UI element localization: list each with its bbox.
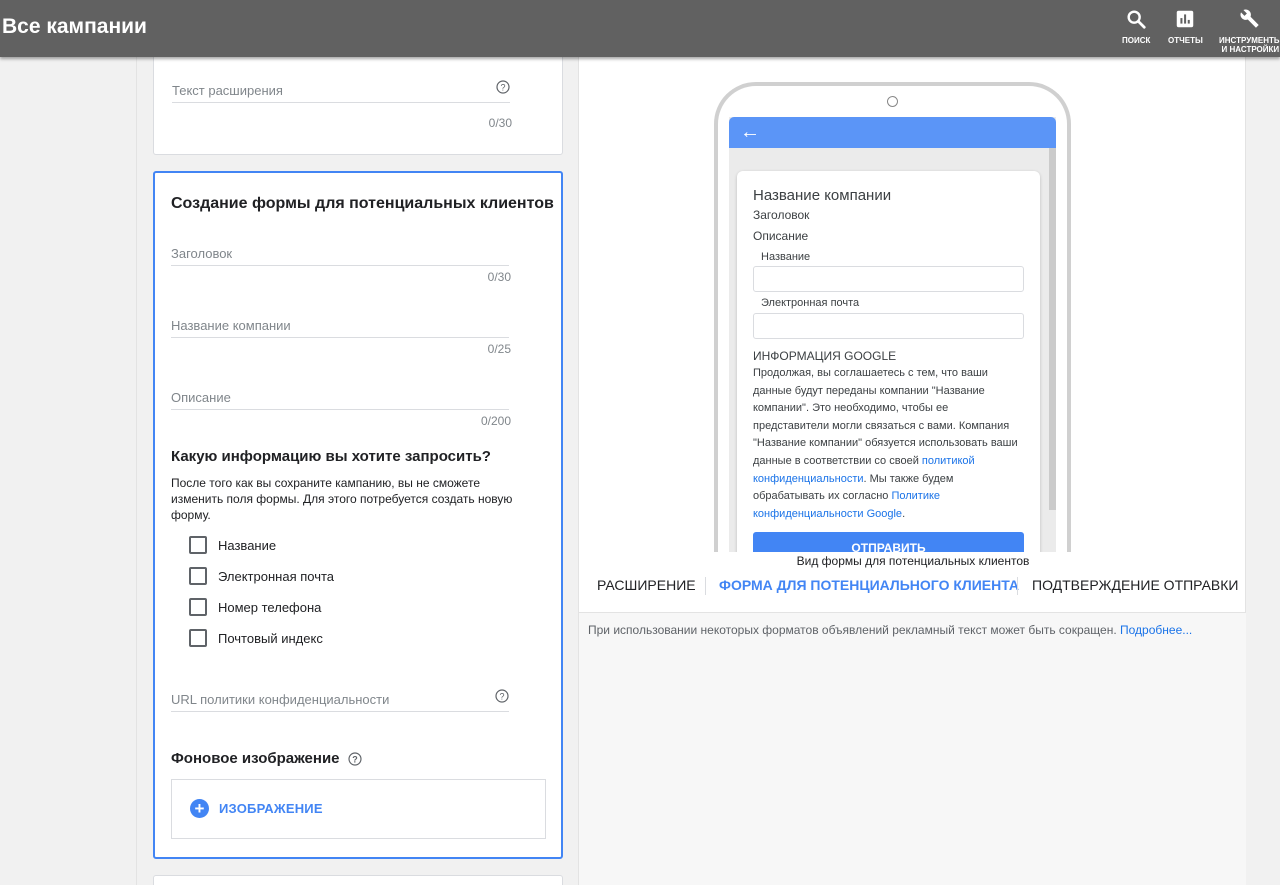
phone-mockup: ← Название компании Заголовок Описание Н… (714, 82, 1071, 552)
preview-app-bar: ← (729, 117, 1056, 148)
help-icon[interactable]: ? (495, 689, 509, 703)
tab-lead-form[interactable]: ФОРМА ДЛЯ ПОТЕНЦИАЛЬНОГО КЛИЕНТА (719, 577, 1019, 595)
bg-image-title: Фоновое изображение (171, 750, 340, 767)
preview-text-part: . (902, 507, 906, 520)
back-arrow-icon: ← (740, 121, 760, 143)
learn-more-link[interactable]: Подробнее... (1120, 623, 1192, 637)
extension-text-card: Текст расширения ? 0/30 (153, 53, 563, 155)
help-icon[interactable]: ? (496, 80, 510, 94)
option-label: Почтовый индекс (218, 630, 323, 646)
tab-extension[interactable]: РАСШИРЕНИЕ (597, 577, 696, 595)
svg-text:?: ? (499, 691, 504, 701)
search-label: ПОИСК (1122, 36, 1151, 45)
privacy-url-field[interactable]: URL политики конфиденциальности ? (171, 689, 509, 712)
reports-icon (1177, 10, 1194, 28)
tab-divider (1017, 577, 1018, 595)
option-email-checkbox[interactable]: Электронная почта (189, 567, 334, 585)
option-name-checkbox[interactable]: Название (189, 536, 276, 554)
preview-footer-area (579, 613, 1247, 885)
privacy-url-placeholder: URL политики конфиденциальности (171, 692, 390, 707)
preview-panel: ← Название компании Заголовок Описание Н… (578, 57, 1247, 885)
phone-screen: ← Название компании Заголовок Описание Н… (729, 117, 1056, 552)
preview-email-label: Электронная почта (761, 297, 860, 309)
option-phone-checkbox[interactable]: Номер телефона (189, 598, 321, 616)
option-postcode-checkbox[interactable]: Почтовый индекс (189, 629, 323, 647)
headline-field[interactable]: Заголовок (171, 244, 509, 266)
preview-email-input (753, 313, 1024, 339)
page-title: Все кампании (2, 15, 147, 38)
preview-scrollbar[interactable] (1049, 148, 1056, 510)
tools-button[interactable]: ИНСТРУМЕНТЫ И НАСТРОЙКИ (1219, 8, 1280, 54)
checkbox[interactable] (189, 536, 207, 554)
camera-icon (887, 96, 898, 107)
headline-counter: 0/30 (487, 270, 511, 284)
page-margin (1246, 57, 1280, 885)
preview-form-sheet: Название компании Заголовок Описание Наз… (737, 171, 1040, 552)
company-name-placeholder: Название компании (171, 318, 291, 333)
option-label: Название (218, 537, 277, 553)
preview-description: Описание (753, 229, 809, 243)
reports-label: ОТЧЕТЫ (1168, 36, 1203, 45)
lead-form-card: Создание формы для потенциальных клиенто… (153, 171, 563, 859)
company-name-counter: 0/25 (487, 342, 511, 356)
svg-text:?: ? (500, 82, 505, 92)
search-icon (1127, 10, 1146, 29)
help-icon[interactable]: ? (347, 751, 362, 766)
option-label: Номер телефона (218, 599, 322, 615)
editor-column: Текст расширения ? 0/30 Создание формы д… (136, 53, 578, 885)
bg-image-heading: Фоновое изображение ? (171, 750, 362, 767)
preview-text-part: Продолжая, вы соглашаетесь с тем, что ва… (753, 367, 1018, 467)
add-image-button[interactable]: + ИЗОБРАЖЕНИЕ (190, 799, 323, 818)
description-counter: 0/200 (480, 414, 511, 428)
preview-caption: Вид формы для потенциальных клиентов (796, 554, 1030, 568)
extension-text-placeholder: Текст расширения (172, 83, 283, 98)
company-name-field[interactable]: Название компании (171, 316, 509, 338)
image-upload-box: + ИЗОБРАЖЕНИЕ (171, 779, 546, 839)
lead-form-title: Создание формы для потенциальных клиенто… (171, 195, 554, 212)
preview-company-name: Название компании (753, 187, 892, 204)
next-card (153, 875, 563, 885)
top-app-bar: Все кампании ПОИСК ОТЧЕТЫ ИНСТРУМЕНТЫ И … (0, 0, 1280, 57)
disclaimer-text: При использовании некоторых форматов объ… (588, 623, 1192, 637)
option-label: Электронная почта (218, 568, 335, 584)
preview-name-input (753, 266, 1024, 292)
preview-headline: Заголовок (753, 208, 810, 222)
description-field[interactable]: Описание (171, 388, 509, 410)
search-button[interactable]: ПОИСК (1122, 8, 1150, 45)
headline-placeholder: Заголовок (171, 246, 233, 261)
question-title: Какую информацию вы хотите запросить? (171, 448, 491, 465)
svg-text:?: ? (352, 754, 358, 764)
preview-google-info-title: ИНФОРМАЦИЯ GOOGLE (753, 349, 897, 363)
plus-icon: + (190, 799, 209, 818)
preview-tabs: РАСШИРЕНИЕ ФОРМА ДЛЯ ПОТЕНЦИАЛЬНОГО КЛИЕ… (579, 577, 1247, 613)
tools-label: ИНСТРУМЕНТЫ И НАСТРОЙКИ (1219, 36, 1280, 54)
extension-text-counter: 0/30 (488, 116, 512, 130)
reports-button[interactable]: ОТЧЕТЫ (1168, 8, 1203, 45)
wrench-icon (1240, 9, 1260, 28)
question-note: После того как вы сохраните кампанию, вы… (171, 476, 513, 522)
extension-text-field[interactable]: Текст расширения ? (172, 80, 510, 103)
disclaimer-body: При использовании некоторых форматов объ… (588, 623, 1121, 637)
preview-submit-button: ОТПРАВИТЬ (753, 532, 1024, 552)
tab-divider (705, 577, 706, 595)
checkbox[interactable] (189, 629, 207, 647)
description-placeholder: Описание (171, 390, 231, 405)
tab-submit-confirmation[interactable]: ПОДТВЕРЖДЕНИЕ ОТПРАВКИ (1032, 577, 1238, 595)
checkbox[interactable] (189, 567, 207, 585)
add-image-label: ИЗОБРАЖЕНИЕ (219, 801, 323, 816)
checkbox[interactable] (189, 598, 207, 616)
preview-google-info-text: Продолжая, вы соглашаетесь с тем, что ва… (753, 365, 1023, 523)
preview-name-label: Название (761, 251, 811, 263)
